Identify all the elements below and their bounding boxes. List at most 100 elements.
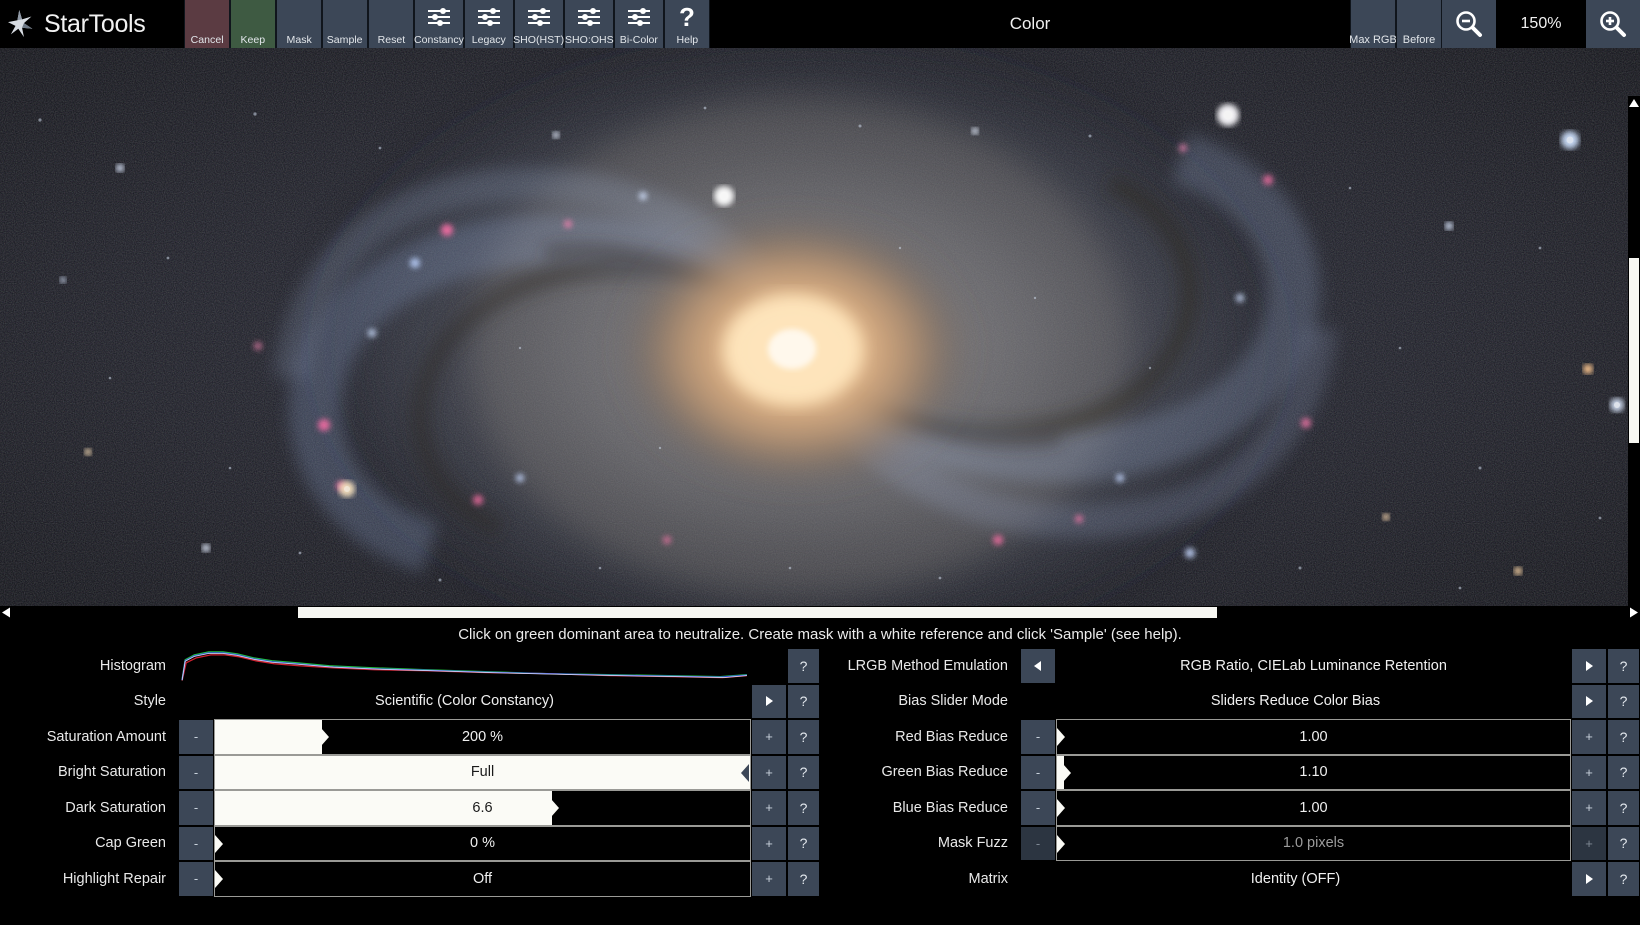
- left-parameter-panel: Histogram ? Style Scientific (Color Cons…: [0, 648, 820, 925]
- green-bias-reduce-help-button[interactable]: ?: [1607, 755, 1640, 791]
- cap-green-plus[interactable]: +: [751, 826, 787, 862]
- image-canvas[interactable]: [0, 48, 1640, 608]
- red-bias-reduce-minus[interactable]: -: [1020, 719, 1056, 755]
- reset-button[interactable]: Reset: [368, 0, 414, 48]
- bright-saturation-help-button[interactable]: ?: [787, 755, 820, 791]
- bright-saturation-minus[interactable]: -: [178, 755, 214, 791]
- lrgb-method-emulation-label: LRGB Method Emulation: [820, 648, 1020, 684]
- horizontal-scrollbar[interactable]: [0, 606, 1640, 619]
- cap-green-knob[interactable]: [215, 827, 224, 861]
- legacy-button-label: Legacy: [472, 34, 506, 46]
- green-bias-reduce-label: Green Bias Reduce: [820, 755, 1020, 791]
- histogram-row: Histogram ?: [0, 648, 820, 684]
- red-bias-reduce-knob[interactable]: [1057, 720, 1066, 754]
- cap-green-label: Cap Green: [0, 826, 178, 862]
- green-bias-reduce-minus[interactable]: -: [1020, 755, 1056, 791]
- mask-fuzz-minus[interactable]: -: [1020, 826, 1056, 862]
- green-bias-reduce-plus[interactable]: +: [1571, 755, 1607, 791]
- cap-green-help-button[interactable]: ?: [787, 826, 820, 862]
- matrix-value[interactable]: Identity (OFF): [1020, 861, 1571, 897]
- sho-ohs-button[interactable]: SHO:OHS: [564, 0, 614, 48]
- red-bias-reduce-slider[interactable]: 1.00: [1056, 719, 1571, 755]
- lrgb-method-emulation-prev-button[interactable]: [1020, 648, 1056, 684]
- mask-fuzz-label: Mask Fuzz: [820, 826, 1020, 862]
- galaxy-image[interactable]: [0, 48, 1640, 608]
- blue-bias-reduce-help-button[interactable]: ?: [1607, 790, 1640, 826]
- sample-button[interactable]: Sample: [322, 0, 368, 48]
- sho-hst-button-label: SHO(HST): [513, 34, 564, 46]
- scroll-right-arrow[interactable]: [1628, 606, 1640, 619]
- constancy-button[interactable]: Constancy: [414, 0, 464, 48]
- zoom-in-button[interactable]: [1586, 0, 1640, 48]
- lrgb-method-emulation-help-button[interactable]: ?: [1607, 648, 1640, 684]
- top-toolbar: StarTools Cancel Keep Mask Sample Reset: [0, 0, 1640, 48]
- highlight-repair-minus[interactable]: -: [178, 861, 214, 897]
- mask-fuzz-knob[interactable]: [1057, 827, 1066, 861]
- blue-bias-reduce-plus[interactable]: +: [1571, 790, 1607, 826]
- matrix-next-button[interactable]: [1571, 861, 1607, 897]
- bias-slider-mode-value[interactable]: Sliders Reduce Color Bias: [1020, 684, 1571, 720]
- red-bias-reduce-help-button[interactable]: ?: [1607, 719, 1640, 755]
- blue-bias-reduce-knob[interactable]: [1057, 791, 1066, 825]
- histogram-help-button[interactable]: ?: [787, 648, 820, 684]
- red-bias-reduce-plus[interactable]: +: [1571, 719, 1607, 755]
- zoom-out-button[interactable]: [1442, 0, 1496, 48]
- style-help-button[interactable]: ?: [787, 684, 820, 720]
- highlight-repair-knob[interactable]: [215, 862, 224, 896]
- bright-saturation-value: Full: [471, 764, 494, 780]
- cap-green-minus[interactable]: -: [178, 826, 214, 862]
- before-button[interactable]: Before: [1396, 0, 1442, 48]
- blue-bias-reduce-minus[interactable]: -: [1020, 790, 1056, 826]
- blue-bias-reduce-slider[interactable]: 1.00: [1056, 790, 1571, 826]
- zoom-level[interactable]: 150%: [1496, 0, 1586, 48]
- scroll-up-arrow[interactable]: [1628, 96, 1640, 108]
- horizontal-scroll-thumb[interactable]: [298, 607, 1216, 618]
- bright-saturation-knob[interactable]: [741, 756, 750, 790]
- sho-hst-button[interactable]: SHO(HST): [514, 0, 564, 48]
- bright-saturation-plus[interactable]: +: [751, 755, 787, 791]
- mask-fuzz-help-button[interactable]: ?: [1607, 826, 1640, 862]
- lrgb-method-emulation-next-button[interactable]: [1571, 648, 1607, 684]
- highlight-repair-plus[interactable]: +: [751, 861, 787, 897]
- lrgb-method-emulation-value[interactable]: RGB Ratio, CIELab Luminance Retention: [1056, 648, 1571, 684]
- sliders-icon: [565, 0, 613, 34]
- vertical-scroll-thumb[interactable]: [1629, 258, 1639, 443]
- mask-button[interactable]: Mask: [276, 0, 322, 48]
- keep-button[interactable]: Keep: [230, 0, 276, 48]
- sliders-icon: [415, 0, 463, 34]
- scroll-left-arrow[interactable]: [0, 606, 12, 619]
- highlight-repair-help-button[interactable]: ?: [787, 861, 820, 897]
- dark-saturation-slider[interactable]: 6.6: [214, 790, 751, 826]
- style-value[interactable]: Scientific (Color Constancy): [178, 684, 751, 720]
- green-bias-reduce-slider[interactable]: 1.10: [1056, 755, 1571, 791]
- style-next-button[interactable]: [751, 684, 787, 720]
- dark-saturation-knob[interactable]: [551, 791, 560, 825]
- saturation-amount-minus[interactable]: -: [178, 719, 214, 755]
- row-dark-saturation: Dark Saturation - 6.6 + ?: [0, 790, 820, 826]
- mask-fuzz-plus[interactable]: +: [1571, 826, 1607, 862]
- max-rgb-button[interactable]: Max RGB: [1350, 0, 1396, 48]
- green-bias-reduce-knob[interactable]: [1063, 756, 1072, 790]
- mask-fuzz-slider[interactable]: 1.0 pixels: [1056, 826, 1571, 862]
- dark-saturation-help-button[interactable]: ?: [787, 790, 820, 826]
- bi-color-button[interactable]: Bi-Color: [614, 0, 664, 48]
- help-button[interactable]: ? Help: [664, 0, 710, 48]
- bi-color-button-label: Bi-Color: [620, 34, 658, 46]
- dark-saturation-minus[interactable]: -: [178, 790, 214, 826]
- row-saturation-amount: Saturation Amount - 200 % + ?: [0, 719, 820, 755]
- vertical-scrollbar[interactable]: [1628, 96, 1640, 608]
- bias-slider-mode-help-button[interactable]: ?: [1607, 684, 1640, 720]
- saturation-amount-knob[interactable]: [321, 720, 330, 754]
- cancel-button[interactable]: Cancel: [184, 0, 230, 48]
- legacy-button[interactable]: Legacy: [464, 0, 514, 48]
- saturation-amount-plus[interactable]: +: [751, 719, 787, 755]
- row-matrix: Matrix Identity (OFF) ?: [820, 861, 1640, 897]
- bias-slider-mode-next-button[interactable]: [1571, 684, 1607, 720]
- highlight-repair-slider[interactable]: Off: [214, 861, 751, 897]
- cap-green-slider[interactable]: 0 %: [214, 826, 751, 862]
- saturation-amount-help-button[interactable]: ?: [787, 719, 820, 755]
- dark-saturation-plus[interactable]: +: [751, 790, 787, 826]
- matrix-help-button[interactable]: ?: [1607, 861, 1640, 897]
- bright-saturation-slider[interactable]: Full: [214, 755, 751, 791]
- saturation-amount-slider[interactable]: 200 %: [214, 719, 751, 755]
